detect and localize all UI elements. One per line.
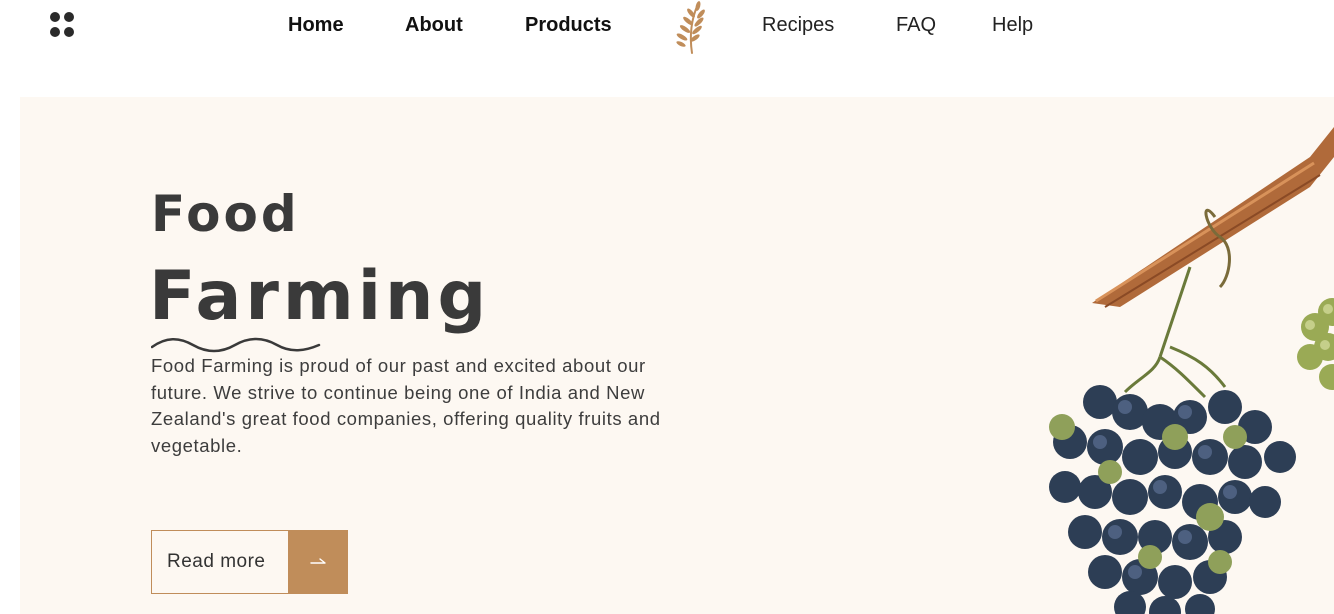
read-more-label: Read more [167, 551, 266, 572]
nav-recipes[interactable]: Recipes [762, 14, 834, 37]
hero-section: Food Farming Food Farming is proud of ou… [20, 97, 1334, 614]
hero-title-line1: Food [151, 185, 300, 243]
grapes-illustration [1049, 127, 1334, 614]
read-more-button[interactable]: Read more [151, 530, 348, 594]
nav-faq[interactable]: FAQ [896, 14, 936, 37]
wave-divider-icon [151, 337, 321, 353]
hero-title-line2: Farming [149, 257, 491, 336]
arrow-right-icon [288, 531, 347, 593]
nav-about[interactable]: About [405, 14, 463, 37]
nav-products[interactable]: Products [525, 14, 612, 37]
menu-grid-icon[interactable] [50, 12, 78, 40]
hero-description: Food Farming is proud of our past and ex… [151, 355, 661, 456]
nav-help[interactable]: Help [992, 14, 1033, 37]
wheat-leaf-icon[interactable] [668, 0, 712, 56]
nav-home[interactable]: Home [288, 14, 344, 37]
